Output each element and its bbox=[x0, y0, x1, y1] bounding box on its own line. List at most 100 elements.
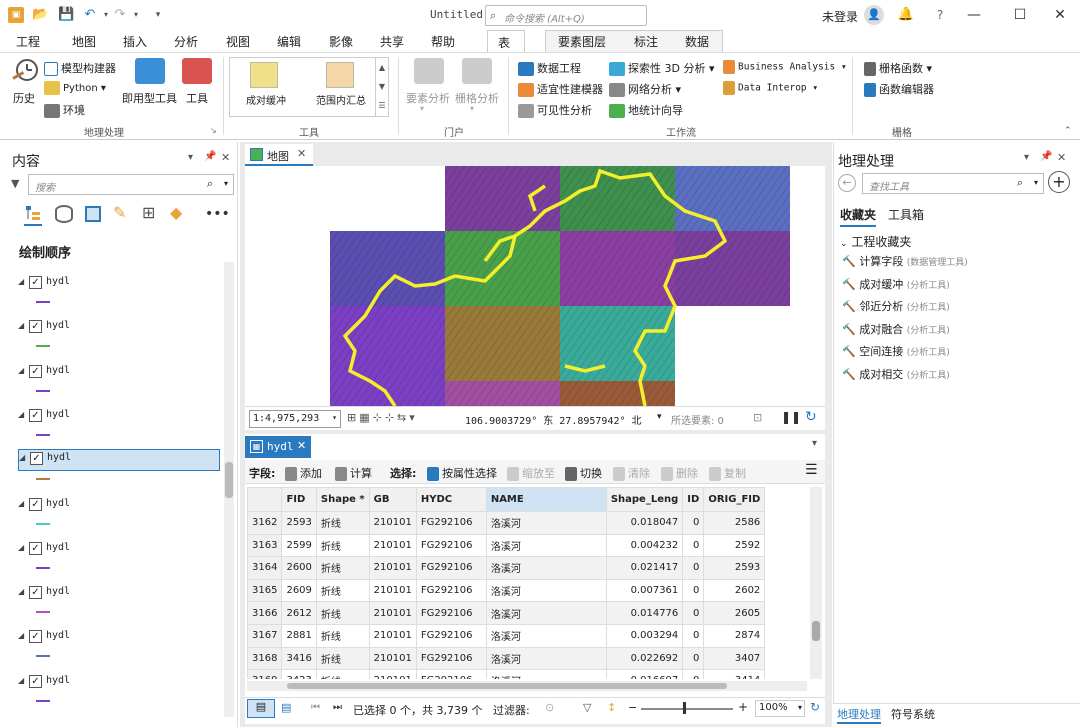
zoom-out-icon[interactable]: − bbox=[628, 701, 637, 714]
minimize-button[interactable]: — bbox=[962, 4, 986, 26]
table-cell-hydc[interactable]: FG292106 bbox=[415, 623, 487, 648]
table-cell-len[interactable]: 0.004232 bbox=[605, 533, 684, 558]
map-view-tab[interactable]: 地图 ✕ bbox=[245, 144, 313, 166]
table-cell-id[interactable]: 0 bbox=[682, 623, 705, 648]
zoom-in-icon[interactable]: + bbox=[738, 700, 748, 714]
filter-selection-icon[interactable]: ▽ bbox=[583, 701, 591, 714]
layer-item[interactable]: ◢ ✓ hydl bbox=[18, 584, 220, 604]
layer-item[interactable]: ◢ ✓ hydl bbox=[18, 673, 220, 693]
pane-options-icon[interactable]: ▾ bbox=[1024, 152, 1029, 163]
table-cell-id[interactable]: 0 bbox=[682, 601, 705, 625]
table-cell-len[interactable]: 0.022692 bbox=[605, 646, 684, 671]
close-pane-icon[interactable]: ✕ bbox=[1057, 151, 1066, 164]
geoprocessing-search-input[interactable]: 查找工具 ⌕ ▾ bbox=[862, 173, 1044, 194]
table-row[interactable]: 3168 3416 折线 210101 FG292106 洛溪河 0.022692 0 3407 bbox=[247, 646, 766, 671]
favorite-tool-item[interactable]: 🔨 成对缓冲 (分析工具) bbox=[842, 276, 950, 292]
exploratory-3d-button[interactable]: 探索性 3D 分析 ▾ bbox=[609, 60, 715, 76]
table-cell-gb[interactable]: 210101 bbox=[368, 669, 417, 679]
tab-favorites[interactable]: 收藏夹 bbox=[840, 206, 877, 227]
tab-insert[interactable]: 插入 bbox=[123, 33, 147, 50]
favorite-tool-item[interactable]: 🔨 邻近分析 (分析工具) bbox=[842, 298, 950, 314]
map-nav-icons[interactable]: ⊞▦⊹⊹⇆▾ bbox=[347, 411, 418, 424]
favorite-tool-item[interactable]: 🔨 空间连接 (分析工具) bbox=[842, 343, 950, 359]
column-header[interactable]: NAME bbox=[485, 487, 607, 512]
table-row[interactable]: 3163 2599 折线 210101 FG292106 洛溪河 0.004232 0 2592 bbox=[247, 533, 766, 558]
table-cell-orig[interactable]: 2602 bbox=[703, 578, 766, 603]
zoom-slider[interactable] bbox=[641, 708, 733, 710]
table-cell-shape[interactable]: 折线 bbox=[315, 533, 370, 558]
maximize-button[interactable]: ☐ bbox=[1008, 4, 1032, 26]
table-refresh-icon[interactable]: ↻ bbox=[810, 700, 820, 714]
expand-icon[interactable]: ◢ bbox=[18, 499, 24, 508]
table-horizontal-scrollbar[interactable] bbox=[247, 681, 807, 691]
tab-edit[interactable]: 编辑 bbox=[277, 33, 301, 50]
show-selected-records-button[interactable]: ▤ bbox=[281, 701, 291, 714]
scale-selector[interactable]: 1:4,975,293 ▾ bbox=[249, 410, 341, 428]
business-analysis-button[interactable]: Business Analysis ▾ bbox=[723, 60, 847, 74]
expand-icon[interactable]: ◢ bbox=[18, 631, 24, 640]
table-cell-orig[interactable]: 2586 bbox=[703, 511, 766, 535]
command-search-input[interactable]: ⌕ 命令搜索 (Alt+Q) bbox=[485, 5, 647, 26]
layer-symbol[interactable] bbox=[36, 522, 50, 525]
calculate-field-button[interactable]: 计算 bbox=[335, 465, 372, 481]
new-project-icon[interactable]: ▣ bbox=[8, 7, 24, 23]
row-index[interactable]: 3164 bbox=[247, 556, 283, 580]
dialog-launcher-icon[interactable]: ↘ bbox=[210, 126, 217, 135]
list-by-labeling-icon[interactable]: ◆ bbox=[170, 203, 182, 222]
layer-item[interactable]: ◢ ✓ hydl bbox=[18, 496, 220, 516]
network-analysis-button[interactable]: 网络分析 ▾ bbox=[609, 81, 681, 97]
last-record-icon[interactable]: ⏭ bbox=[333, 702, 342, 713]
close-tab-icon[interactable]: ✕ bbox=[297, 147, 306, 160]
contents-search-input[interactable]: 搜索 ⌕ ▾ bbox=[28, 174, 234, 195]
table-cell-fid[interactable]: 2612 bbox=[281, 601, 317, 625]
table-cell-shape[interactable]: 折线 bbox=[315, 623, 370, 648]
layer-visibility-checkbox[interactable]: ✓ bbox=[29, 497, 42, 511]
tab-project[interactable]: 工程 bbox=[16, 33, 40, 50]
tab-imagery[interactable]: 影像 bbox=[329, 33, 353, 50]
table-cell-fid[interactable]: 2599 bbox=[281, 533, 317, 558]
environments-button[interactable]: 环境 bbox=[44, 102, 85, 118]
table-cell-gb[interactable]: 210101 bbox=[368, 646, 417, 671]
table-cell-id[interactable]: 0 bbox=[682, 669, 705, 679]
pin-icon[interactable]: 📌 bbox=[204, 151, 216, 162]
table-cell-fid[interactable]: 2609 bbox=[281, 578, 317, 603]
row-index[interactable]: 3163 bbox=[247, 533, 283, 558]
raster-analysis-button[interactable]: 栅格分析 bbox=[455, 90, 499, 106]
tab-map[interactable]: 地图 bbox=[72, 33, 96, 50]
redo-icon[interactable]: ↷ bbox=[112, 7, 128, 23]
layer-symbol[interactable] bbox=[36, 655, 50, 658]
table-row[interactable]: 3165 2609 折线 210101 FG292106 洛溪河 0.007361 0 2602 bbox=[247, 578, 766, 603]
feature-analysis-button[interactable]: 要素分析 bbox=[406, 90, 450, 106]
layer-visibility-checkbox[interactable]: ✓ bbox=[30, 452, 43, 466]
project-favorites-section[interactable]: ⌄ 工程收藏夹 bbox=[840, 233, 911, 250]
layer-symbol[interactable] bbox=[36, 699, 50, 702]
add-field-button[interactable]: 添加 bbox=[285, 465, 322, 481]
table-cell-shape[interactable]: 折线 bbox=[315, 578, 370, 603]
layer-item[interactable]: ◢ ✓ hydl bbox=[18, 628, 220, 648]
table-cell-hydc[interactable]: FG292106 bbox=[415, 601, 487, 625]
data-interop-button[interactable]: Data Interop ▾ bbox=[723, 81, 818, 95]
copy-button[interactable]: 复制 bbox=[709, 465, 746, 481]
suitability-modeler-button[interactable]: 适宜性建模器 bbox=[518, 81, 603, 97]
layer-visibility-checkbox[interactable]: ✓ bbox=[29, 586, 42, 600]
column-header[interactable]: Shape * bbox=[315, 487, 370, 512]
layer-item[interactable]: ◢ ✓ hydl bbox=[18, 407, 220, 427]
refresh-icon[interactable]: ↻ bbox=[805, 409, 817, 425]
tools-button[interactable]: 工具 bbox=[186, 90, 208, 106]
tab-labeling[interactable]: 标注 bbox=[634, 33, 658, 50]
notifications-bell-icon[interactable]: 🔔 bbox=[894, 4, 918, 26]
table-cell-len[interactable]: 0.003294 bbox=[605, 623, 684, 648]
tab-toolboxes[interactable]: 工具箱 bbox=[888, 206, 924, 223]
table-cell-hydc[interactable]: FG292106 bbox=[415, 646, 487, 671]
table-cell-hydc[interactable]: FG292106 bbox=[415, 556, 487, 580]
pin-icon[interactable]: 📌 bbox=[1040, 151, 1052, 162]
expand-icon[interactable]: ◢ bbox=[19, 453, 25, 462]
table-cell-gb[interactable]: 210101 bbox=[368, 511, 417, 535]
table-cell-name[interactable]: 洛溪河 bbox=[485, 646, 607, 671]
show-all-records-button[interactable]: ▤ bbox=[247, 699, 275, 718]
table-cell-name[interactable]: 洛溪河 bbox=[485, 623, 607, 648]
filter-icon[interactable]: ▼ bbox=[11, 177, 19, 190]
gallery-scroll[interactable]: ▲ ▼ ☰ bbox=[375, 58, 388, 116]
table-cell-id[interactable]: 0 bbox=[682, 533, 705, 558]
table-cell-fid[interactable]: 2881 bbox=[281, 623, 317, 648]
